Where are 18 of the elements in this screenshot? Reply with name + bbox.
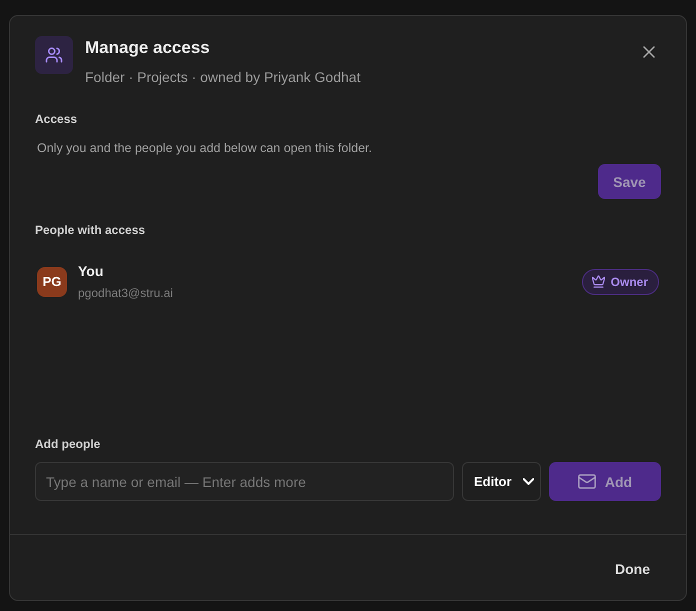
section-heading: People with access <box>35 222 146 238</box>
dialog-subtitle: Folder · Projects · owned by Priyank Godhat <box>85 68 362 87</box>
dialog-title: Manage access <box>85 37 211 59</box>
close-icon <box>643 46 655 58</box>
done-button[interactable]: Done <box>604 553 661 585</box>
name-email-input[interactable]: Type a name or email — Enter adds more <box>35 462 454 501</box>
section-heading: Add people <box>35 436 102 452</box>
users-icon <box>35 36 73 74</box>
crown-icon <box>592 275 605 288</box>
member-email: pgodhat3@stru.ai <box>78 285 173 301</box>
role-select[interactable]: Editor <box>462 462 541 501</box>
section-heading: Access <box>35 111 78 127</box>
avatar: PG <box>37 266 67 296</box>
member-name: You <box>78 262 104 280</box>
role-label: Owner <box>610 274 648 288</box>
mail-icon <box>578 474 596 489</box>
chevron-down-icon <box>523 478 534 485</box>
access-description: Only you and the people you add below can open this folder. <box>37 140 373 157</box>
